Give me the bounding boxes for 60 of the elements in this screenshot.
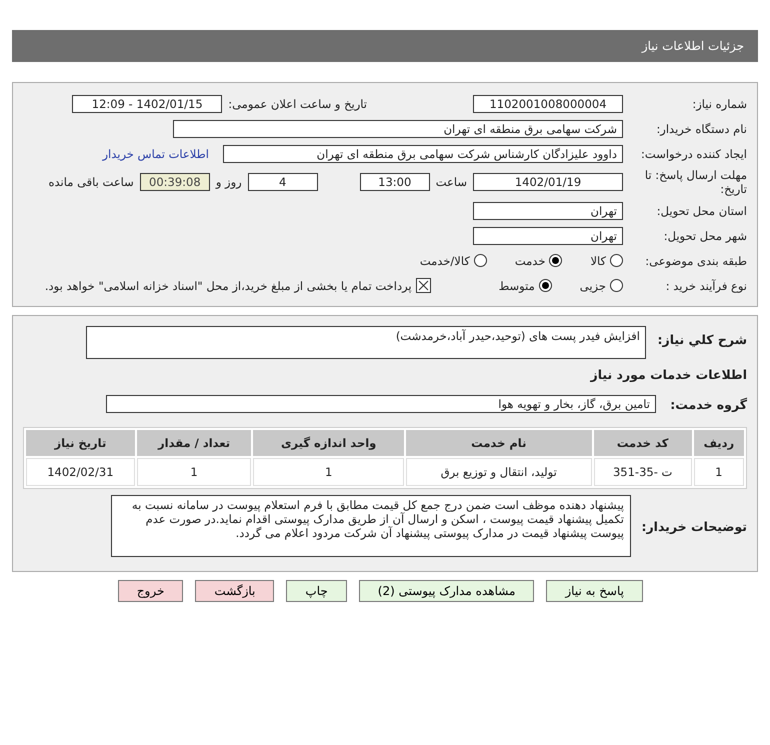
field-label: مهلت ارسال پاسخ: تا تاریخ: — [644, 168, 747, 196]
field-label: روز و — [216, 175, 242, 189]
checkbox-label: پرداخت تمام یا بخشی از مبلغ خرید،از محل "اسناد خزانه اسلامی" خواهد بود. — [44, 278, 412, 292]
column-header: تعداد / مقدار — [136, 430, 252, 456]
radio-button[interactable] — [610, 254, 623, 267]
field-label: گروه خدمت: — [669, 396, 747, 412]
radio-label: خدمت — [514, 254, 546, 268]
radio-button[interactable] — [549, 254, 562, 267]
action-button[interactable]: خروج — [118, 580, 184, 602]
notes-text: پیشنهاد دهنده موظف است ضمن درج جمع کل قیمت مطابق با فرم استعلام پیوست در سامانه نسبت به تکمیل پیشنهاد قیمت پیوست ، اسکن و ارسال آن از طریق مدارک پیوستی اقدام نماید.در صورت عدم پیوست پیشنهاد قیمت در مدارک پیوستی پیشنهاد آن شرکت مردود اعلام می گردد. — [111, 495, 631, 557]
column-header: ردیف — [694, 430, 744, 456]
table-cell: 1402/02/31 — [26, 458, 135, 486]
field-label: ساعت — [436, 175, 467, 189]
value-field: 13:00 — [360, 173, 430, 191]
field-label: توضیحات خریدار: — [640, 518, 747, 534]
field-label: ایجاد کننده درخواست: — [640, 146, 747, 160]
field-label: تاریخ و ساعت اعلان عمومی: — [228, 96, 367, 110]
field-label: ساعت باقی مانده — [48, 175, 134, 189]
column-header: تاریخ نیاز — [26, 430, 135, 456]
table-cell: 1 — [694, 458, 744, 486]
radio-label: کالا — [590, 254, 606, 268]
field-label: نام دستگاه خریدار: — [655, 122, 747, 136]
value-field: شرکت سهامی برق منطقه ای تهران — [173, 120, 623, 138]
value-field: 1402/01/15 - 12:09 — [72, 94, 222, 112]
value-field: 4 — [248, 173, 318, 191]
field-label: شرح کلي نياز: — [656, 331, 747, 347]
radio-button[interactable] — [474, 254, 487, 267]
page-title: جزئیات اطلاعات نیاز — [642, 39, 744, 53]
countdown-field: 00:39:08 — [140, 173, 210, 191]
value-field: تامین برق، گاز، بخار و تهویه هوا — [106, 395, 656, 413]
value-field: تهران — [473, 226, 623, 244]
contact-link[interactable]: اطلاعات تماس خریدار — [102, 146, 209, 160]
description-field: افزایش فیدر پست های (توحید،حیدر آباد،خرمدشت) — [86, 326, 646, 359]
value-field: داوود علیزادگان کارشناس شرکت سهامی برق منطقه ای تهران — [223, 144, 623, 162]
action-button[interactable]: چاپ — [286, 580, 347, 602]
table-cell: ت -35-351 — [594, 458, 692, 486]
table-cell: تولید، انتقال و توزیع برق — [406, 458, 592, 486]
value-field: تهران — [473, 202, 623, 220]
table-cell: 1 — [136, 458, 252, 486]
value-field: 1102001008000004 — [473, 94, 623, 112]
column-header: کد خدمت — [594, 430, 692, 456]
column-header: نام خدمت — [406, 430, 592, 456]
radio-label: جزیی — [580, 278, 606, 292]
field-label: نوع فرآیند خرید : — [664, 278, 747, 292]
radio-button[interactable] — [610, 279, 623, 292]
table-cell: 1 — [253, 458, 404, 486]
action-button[interactable]: بازگشت — [195, 580, 274, 602]
value-field: 1402/01/19 — [473, 173, 623, 191]
field-label: شهر محل تحویل: — [662, 228, 747, 242]
radio-button[interactable] — [538, 279, 552, 292]
checkbox[interactable] — [416, 278, 431, 293]
column-header: واحد اندازه گیری — [253, 430, 404, 456]
section-heading: اطلاعات خدمات مورد نیاز — [590, 366, 747, 382]
radio-label: متوسط — [498, 278, 535, 292]
action-button[interactable]: مشاهده مدارک پیوستی (2) — [358, 580, 534, 602]
field-label: شماره نیاز: — [691, 96, 747, 110]
action-button[interactable]: پاسخ به نیاز — [546, 580, 643, 602]
field-label: طبقه بندی موضوعی: — [644, 254, 747, 268]
field-label: استان محل تحویل: — [656, 204, 747, 218]
radio-label: کالا/خدمت — [420, 254, 470, 268]
